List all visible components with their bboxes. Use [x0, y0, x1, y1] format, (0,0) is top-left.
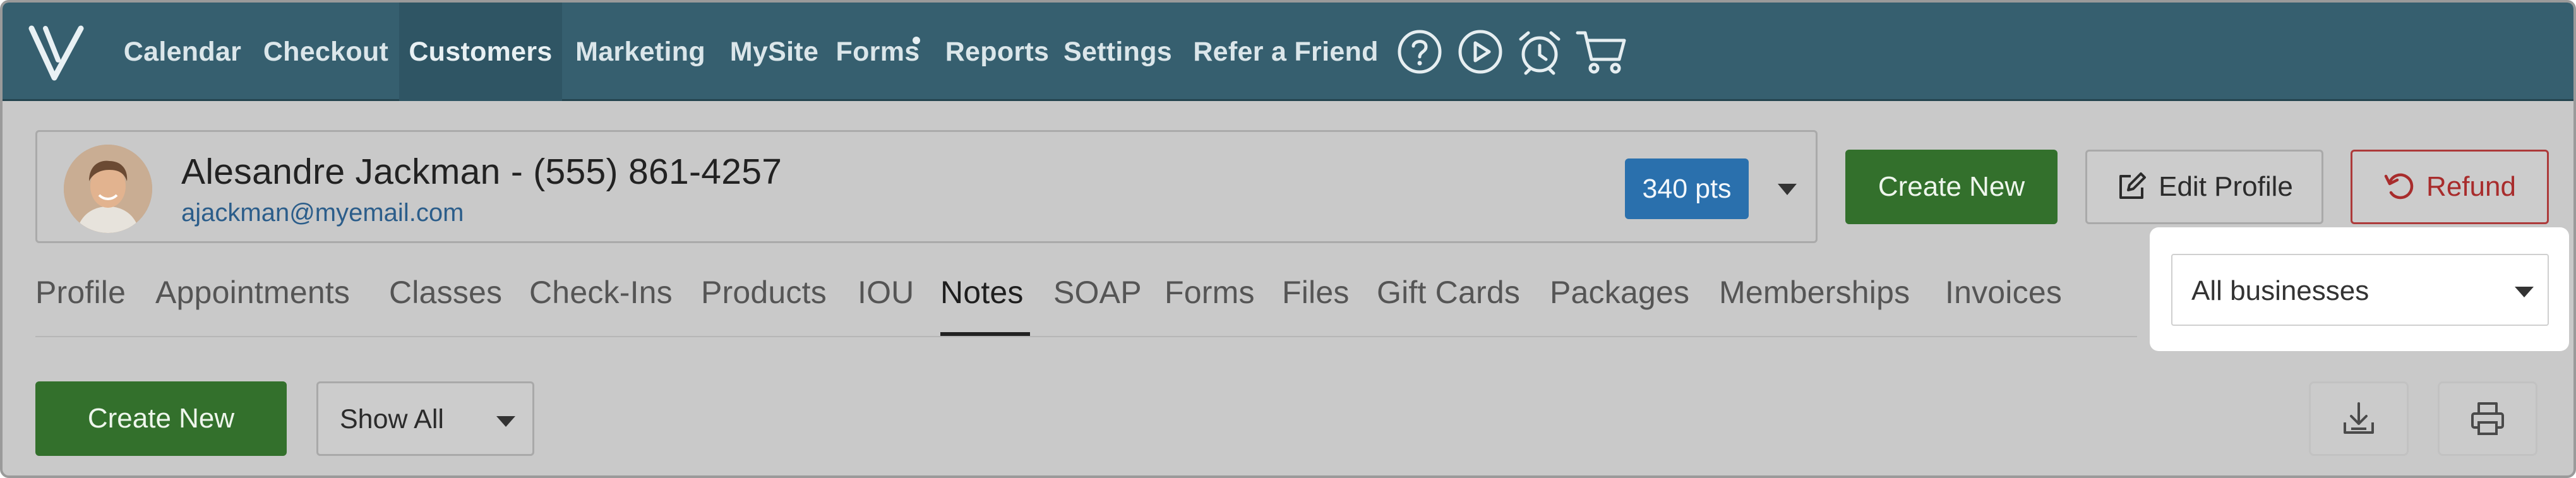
nav-reports[interactable]: Reports [932, 3, 1062, 101]
nav-settings[interactable]: Settings [1056, 3, 1180, 101]
tab-iou[interactable]: IOU [858, 274, 914, 311]
cart-icon[interactable] [1575, 28, 1628, 76]
show-all-value: Show All [340, 404, 444, 434]
tab-products[interactable]: Products [701, 274, 827, 311]
tab-profile[interactable]: Profile [35, 274, 126, 311]
business-select-value: All businesses [2191, 275, 2369, 306]
chevron-down-icon [496, 416, 515, 427]
nav-forms[interactable]: Forms [834, 3, 922, 101]
tab-check-ins[interactable]: Check-Ins [529, 274, 673, 311]
tab-files[interactable]: Files [1282, 274, 1350, 311]
tab-gift-cards[interactable]: Gift Cards [1377, 274, 1520, 311]
edit-icon [2119, 172, 2147, 199]
edit-profile-button[interactable]: Edit Profile [2085, 150, 2323, 224]
points-badge[interactable]: 340 pts [1625, 158, 1749, 219]
app-logo[interactable] [27, 23, 90, 84]
nav-refer-a-friend[interactable]: Refer a Friend [1185, 3, 1387, 101]
customer-name-phone: Alesandre Jackman - (555) 861-4257 [181, 152, 782, 192]
show-all-select[interactable]: Show All [316, 381, 534, 456]
tab-forms[interactable]: Forms [1165, 274, 1255, 311]
tab-invoices[interactable]: Invoices [1945, 274, 2062, 311]
refund-button[interactable]: Refund [2351, 150, 2549, 224]
chevron-down-icon[interactable] [1778, 184, 1797, 195]
nav-marketing[interactable]: Marketing [568, 3, 712, 101]
print-icon [2471, 402, 2504, 435]
tabs-divider [35, 336, 2137, 337]
business-select[interactable]: All businesses [2171, 254, 2549, 326]
print-button[interactable] [2438, 381, 2537, 456]
play-icon[interactable] [1456, 28, 1504, 76]
nav-customers[interactable]: Customers [399, 3, 562, 101]
nav-mysite[interactable]: MySite [721, 3, 827, 101]
alarm-clock-icon[interactable] [1516, 28, 1564, 76]
edit-profile-label: Edit Profile [2159, 171, 2293, 202]
undo-icon [2384, 173, 2414, 200]
tab-memberships[interactable]: Memberships [1719, 274, 1910, 311]
download-icon [2344, 402, 2374, 434]
download-button[interactable] [2309, 381, 2409, 456]
business-filter-panel: All businesses [2150, 227, 2569, 351]
forms-notification-dot [913, 37, 920, 44]
tab-appointments[interactable]: Appointments [155, 274, 350, 311]
nav-calendar[interactable]: Calendar [114, 3, 251, 101]
tab-packages[interactable]: Packages [1550, 274, 1689, 311]
chevron-down-icon [2515, 287, 2534, 297]
nav-checkout[interactable]: Checkout [259, 3, 393, 101]
refund-label: Refund [2426, 171, 2516, 202]
top-nav-bar: Calendar Checkout Customers Marketing My… [3, 3, 2573, 101]
tab-soap[interactable]: SOAP [1053, 274, 1142, 311]
avatar [64, 145, 152, 233]
app-window: Calendar Checkout Customers Marketing My… [0, 0, 2576, 478]
create-note-button[interactable]: Create New [35, 381, 287, 456]
customer-card: Alesandre Jackman - (555) 861-4257 ajack… [35, 130, 1818, 243]
tab-notes[interactable]: Notes [940, 274, 1024, 311]
help-icon[interactable] [1396, 28, 1444, 76]
customer-email-link[interactable]: ajackman@myemail.com [181, 199, 464, 227]
create-new-button[interactable]: Create New [1845, 150, 2058, 224]
tab-classes[interactable]: Classes [389, 274, 502, 311]
